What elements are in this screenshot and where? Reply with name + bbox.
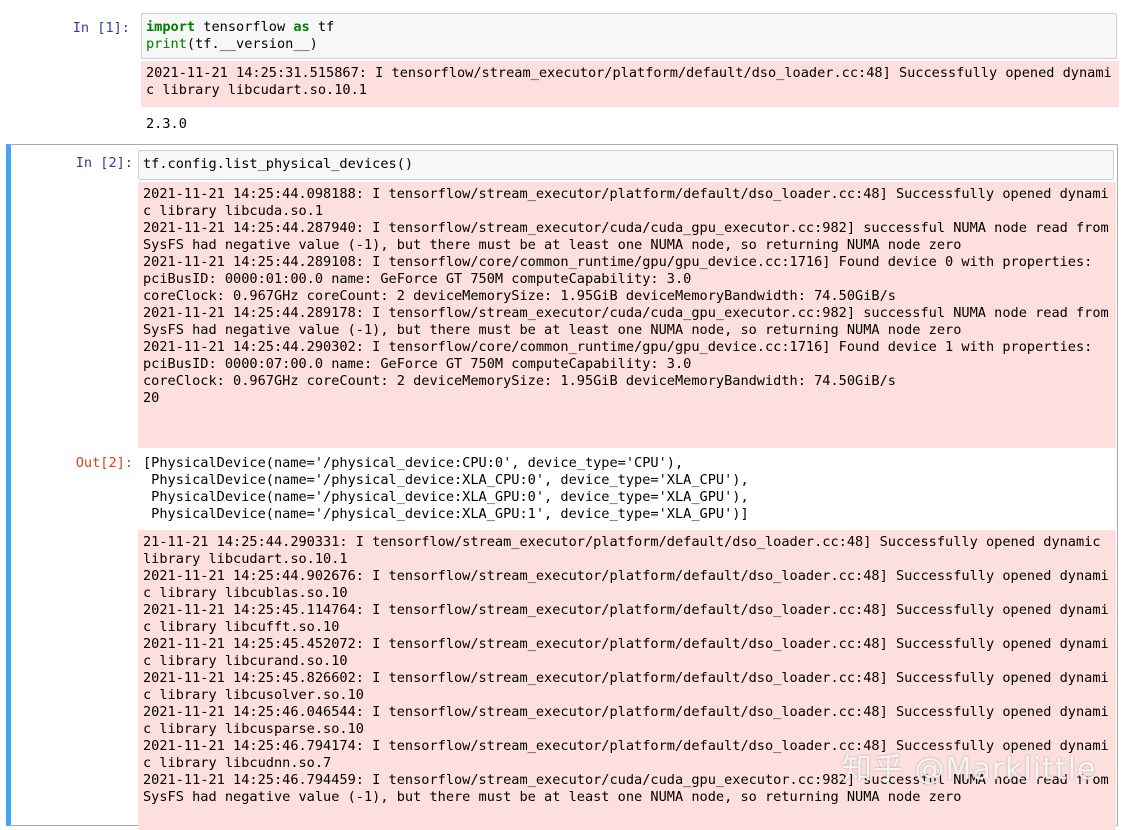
notebook-cell-1[interactable]: In [1]: import tensorflow as tf print(tf… (8, 10, 1119, 135)
code-editor[interactable]: tf.config.list_physical_devices() (138, 150, 1114, 180)
stderr-output: 2021-11-21 14:25:31.515867: I tensorflow… (141, 61, 1119, 107)
code-editor[interactable]: import tensorflow as tf print(tf.__versi… (141, 13, 1117, 59)
input-prompt: In [1]: (72, 20, 130, 36)
input-prompt: In [2]: (75, 155, 133, 171)
code-token: tf (309, 19, 335, 35)
keyword: import (146, 19, 196, 35)
output-prompt: Out[2]: (75, 455, 133, 471)
code-token: (tf.__version__) (186, 36, 318, 52)
keyword: as (293, 19, 310, 35)
execute-result: [PhysicalDevice(name='/physical_device:C… (143, 455, 749, 522)
builtin: print (146, 36, 187, 52)
stdout-output: 2.3.0 (146, 116, 187, 132)
code-line: print(tf.__version__) (146, 36, 318, 52)
notebook-cell-2[interactable]: In [2]: tf.config.list_physical_devices(… (6, 144, 1118, 830)
stderr-output: 2021-11-21 14:25:44.098188: I tensorflow… (138, 182, 1116, 448)
watermark: 知乎 @Marklittle (842, 752, 1097, 787)
code-line: import tensorflow as tf (146, 19, 334, 35)
code-token: tensorflow (195, 19, 294, 35)
